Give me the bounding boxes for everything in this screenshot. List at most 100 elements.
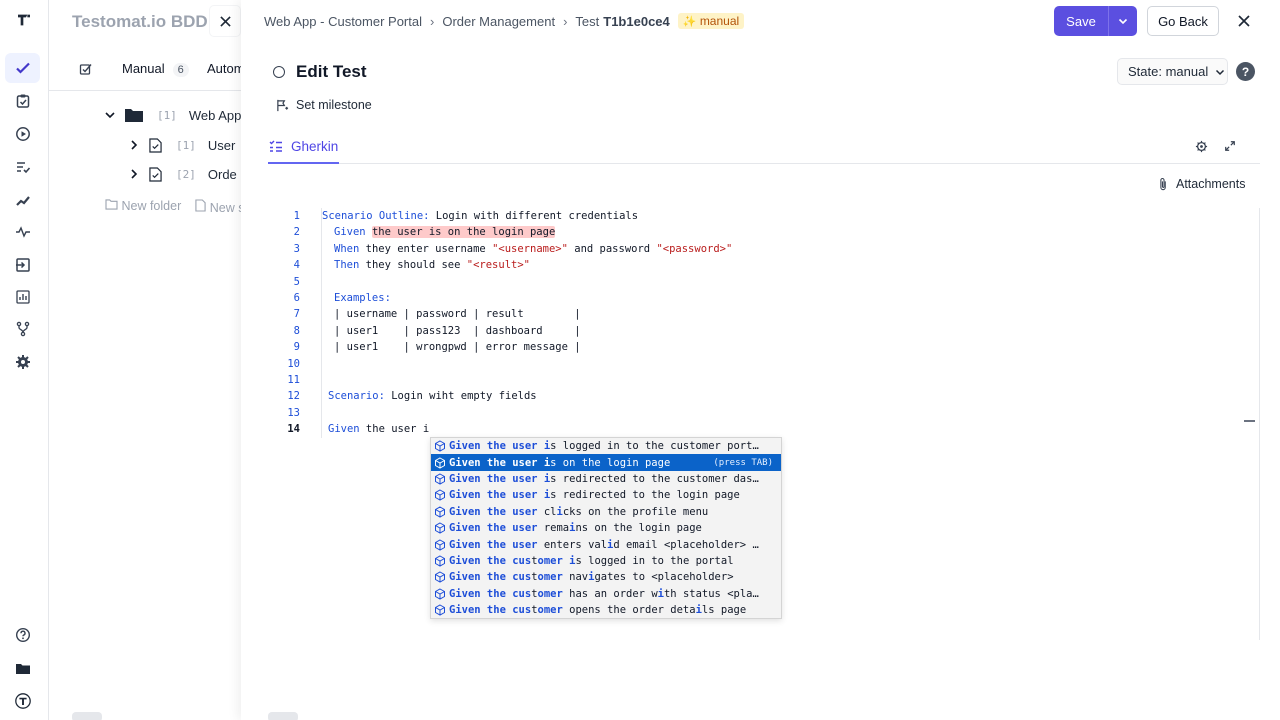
folder-plus-icon <box>105 199 118 210</box>
autocomplete-popup: Given the user is logged in to the custo… <box>430 437 782 619</box>
help-circle-icon[interactable] <box>5 620 40 650</box>
line-number: 3 <box>293 242 300 255</box>
match-text: Given the <box>449 571 513 584</box>
suggestion-text: ls page <box>701 604 747 617</box>
import-icon[interactable] <box>5 250 40 280</box>
check-icon[interactable] <box>5 53 40 83</box>
chevron-right-icon[interactable] <box>129 140 139 150</box>
suggestion-text: cks on the profile menu <box>562 505 709 518</box>
list-icon <box>269 140 282 152</box>
line-number: 8 <box>293 324 300 337</box>
attachments-button[interactable]: Attachments <box>1159 177 1245 191</box>
fullscreen-button[interactable] <box>1222 138 1238 154</box>
state-select-value: State: manual <box>1128 64 1209 79</box>
keyword-then: Then <box>334 259 360 272</box>
milestone-icon <box>277 99 289 111</box>
suggestion-text: rema <box>543 522 570 535</box>
suggestion-item[interactable]: Given the cus t om er opens the order deta i… <box>431 602 781 618</box>
new-suite-button[interactable]: New s <box>195 199 244 215</box>
trend-icon[interactable] <box>5 185 40 215</box>
keyword-scenario: Scenario: <box>328 390 385 403</box>
suggestion-item[interactable]: Given the user enters val i d email <place… <box>431 536 781 552</box>
suggestion-item[interactable]: Given the user is redirected to the cust… <box>431 471 781 487</box>
suggestion-item[interactable]: Given the user is redirected to the logi… <box>431 487 781 503</box>
file-plus-icon <box>195 199 206 212</box>
go-back-button[interactable]: Go Back <box>1147 6 1219 36</box>
tab-gherkin[interactable]: Gherkin <box>268 130 340 164</box>
cube-icon <box>434 506 446 518</box>
save-button[interactable]: Save <box>1054 6 1108 36</box>
chevron-right-icon[interactable] <box>129 169 139 179</box>
suggestion-item[interactable]: Given the user is logged in to the custo… <box>431 438 781 454</box>
keyword-given: Given <box>334 226 366 239</box>
bar-chart-icon[interactable] <box>5 282 40 312</box>
breadcrumb-separator: › <box>430 13 435 29</box>
code-text: and password <box>567 242 657 255</box>
tree-num: [1] <box>157 108 177 122</box>
save-options-button[interactable] <box>1108 6 1137 36</box>
chevron-down-icon <box>1216 69 1225 75</box>
code-text: they enter username <box>359 242 493 255</box>
new-folder-button[interactable]: New folder <box>105 199 181 215</box>
sparkle-icon: ✨ <box>682 16 697 28</box>
suggestion-text: s logged in to the portal <box>575 554 734 567</box>
clipboard-check-icon[interactable] <box>5 86 40 116</box>
checklist-icon <box>79 64 92 75</box>
breadcrumb-suite[interactable]: Order Management <box>442 14 555 29</box>
play-circle-icon[interactable] <box>5 119 40 149</box>
match-text: cus <box>512 587 532 600</box>
close-icon <box>219 15 231 27</box>
match-text: Given the <box>449 604 513 617</box>
code-line-1: Scenario Outline: Login with different c… <box>322 208 638 224</box>
string-literal: "<username>" <box>492 242 568 255</box>
attachments-label: Attachments <box>1176 177 1246 191</box>
keyword-scenario-outline: Scenario Outline: <box>322 210 430 222</box>
state-select[interactable]: State: manual <box>1117 58 1228 85</box>
close-project-button[interactable] <box>210 6 240 36</box>
tree-row-order[interactable]: [2] Orde <box>129 163 237 185</box>
help-button[interactable]: ? <box>1236 62 1255 81</box>
file-check-icon <box>149 137 162 153</box>
project-panel: Testomat.io BDD Manual 6 Autom [1] Web Ap… <box>49 0 245 720</box>
close-panel-button[interactable] <box>1234 11 1254 31</box>
editor-settings-button[interactable] <box>1193 138 1209 154</box>
testomat-logo[interactable] <box>10 8 38 32</box>
suggestion-item[interactable]: Given the cus t om er is logged in to the p… <box>431 553 781 569</box>
match-text: cus <box>512 571 532 584</box>
close-icon <box>1238 15 1250 27</box>
tab-automated[interactable]: Autom <box>207 61 245 76</box>
set-milestone-button[interactable]: Set milestone <box>276 98 372 112</box>
pulse-icon[interactable] <box>5 217 40 247</box>
code-line-8: | user1 | pass123 | dashboard | <box>334 324 581 337</box>
folder-icon[interactable] <box>5 653 40 683</box>
tree-row-web-app[interactable]: [1] Web App <box>105 104 241 126</box>
match-text: Given the user <box>449 489 544 502</box>
tree-name: Orde <box>207 166 237 182</box>
suggestion-item[interactable]: Given the cus t om er has an order w i th sta… <box>431 586 781 602</box>
tab-manual[interactable]: Manual 6 <box>122 61 189 77</box>
suggestion-item[interactable]: Given the user cl i cks on the profile men… <box>431 504 781 520</box>
line-number: 12 <box>287 390 300 403</box>
folder-icon <box>125 109 143 122</box>
testomat-round-logo[interactable] <box>5 686 40 716</box>
gear-icon <box>1195 140 1207 152</box>
gear-icon[interactable] <box>5 347 40 377</box>
suggestion-item[interactable]: Given the cus t om er nav i gates to <placeho… <box>431 569 781 585</box>
branch-icon[interactable] <box>5 314 40 344</box>
cube-icon <box>434 473 446 485</box>
chevron-down-icon[interactable] <box>105 110 115 120</box>
tree-row-user[interactable]: [1] User <box>129 134 235 156</box>
press-tab-hint: (press TAB) <box>713 457 773 468</box>
match-text: er <box>550 554 563 567</box>
suggestion-item[interactable]: Given the user rema i ns on the login page <box>431 520 781 536</box>
new-items-row: New folder New s <box>105 199 244 215</box>
match-text: cus <box>512 554 532 567</box>
suggestion-text: s on the login page <box>550 456 671 469</box>
keyword-when: When <box>334 242 360 255</box>
suggestion-text: nav <box>562 571 589 584</box>
list-check-icon[interactable] <box>5 152 40 182</box>
suggestion-item-selected[interactable]: Given the user is on the login page (pres… <box>431 454 781 471</box>
editor-tabs: Gherkin <box>268 130 1260 164</box>
project-tabs: Manual 6 Autom <box>49 47 245 91</box>
breadcrumb-project[interactable]: Web App - Customer Portal <box>264 14 422 29</box>
